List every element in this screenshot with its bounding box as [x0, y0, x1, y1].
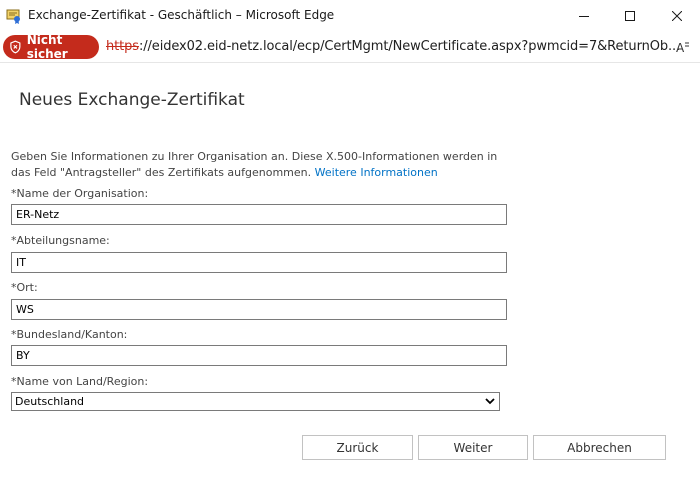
url-scheme: https [106, 39, 139, 54]
country-select[interactable]: Deutschland [11, 392, 500, 411]
state-input[interactable] [11, 345, 507, 366]
svg-text:A: A [676, 41, 685, 54]
city-label: *Ort: [11, 281, 38, 294]
next-button[interactable]: Weiter [418, 435, 528, 460]
window-title: Exchange-Zertifikat - Geschäftlich – Mic… [28, 8, 335, 22]
organization-label: *Name der Organisation: [11, 187, 149, 200]
department-label: *Abteilungsname: [11, 234, 110, 247]
not-secure-badge[interactable]: Nicht sicher [3, 33, 99, 61]
window-titlebar: Exchange-Zertifikat - Geschäftlich – Mic… [0, 0, 700, 32]
cancel-button[interactable]: Abbrechen [533, 435, 666, 460]
organization-input[interactable] [11, 204, 507, 225]
intro-text-block: Geben Sie Informationen zu Ihrer Organis… [11, 149, 511, 181]
back-button[interactable]: Zurück [302, 435, 413, 460]
more-info-link[interactable]: Weitere Informationen [315, 166, 438, 179]
minimize-button[interactable] [561, 0, 607, 32]
state-label: *Bundesland/Kanton: [11, 328, 128, 341]
maximize-icon [625, 11, 635, 21]
close-icon [672, 11, 682, 21]
maximize-button[interactable] [607, 0, 653, 32]
page-title: Neues Exchange-Zertifikat [19, 90, 245, 110]
department-input[interactable] [11, 252, 507, 273]
url-text: ://eidex02.eid-netz.local/ecp/CertMgmt/N… [138, 39, 681, 54]
certificate-app-icon [6, 8, 22, 24]
country-selected-value: Deutschland [15, 395, 85, 408]
shield-warning-icon [10, 40, 21, 54]
country-label: *Name von Land/Region: [11, 375, 149, 388]
close-window-button[interactable] [654, 0, 700, 32]
not-secure-label: Nicht sicher [26, 33, 68, 61]
read-aloud-icon[interactable]: A [676, 40, 690, 55]
city-input[interactable] [11, 299, 507, 320]
minimize-icon [579, 16, 589, 17]
address-bar: Nicht sicher https://eidex02.eid-netz.lo… [0, 32, 700, 63]
chevron-down-icon [485, 398, 495, 405]
url-field[interactable]: https://eidex02.eid-netz.local/ecp/CertM… [106, 39, 680, 54]
